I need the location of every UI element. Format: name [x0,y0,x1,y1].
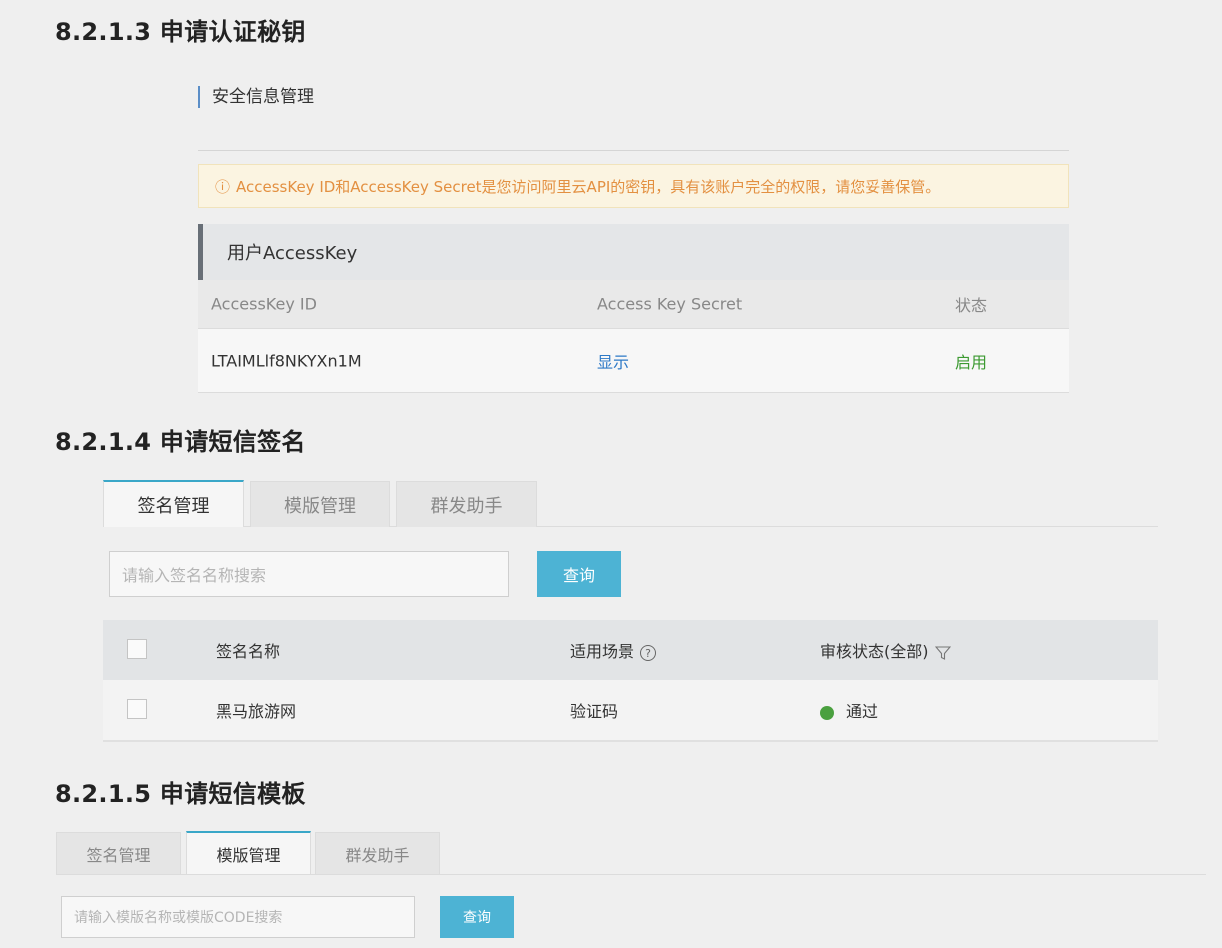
show-secret-link[interactable]: 显示 [597,349,629,373]
column-header-accesskey-id: AccessKey ID [211,294,317,314]
section-heading-8-2-1-3: 8.2.1.3 申请认证秘钥 [55,18,306,46]
signature-name: 黑马旅游网 [216,702,297,721]
template-search-input[interactable]: 请输入模版名称或模版CODE搜索 [61,896,415,938]
divider [198,150,1069,151]
section-heading-8-2-1-5: 8.2.1.5 申请短信模板 [55,780,306,808]
signature-scene: 验证码 [570,702,619,721]
scene-label: 适用场景 [570,642,635,661]
tab-template-management[interactable]: 模版管理 [186,831,311,874]
accesskey-table-header: AccessKey ID Access Key Secret 状态 [198,280,1069,329]
column-header-secret: Access Key Secret [597,294,743,314]
panel-title: 安全信息管理 [198,86,314,108]
help-icon[interactable]: ? [640,644,657,661]
tab-signature-management[interactable]: 签名管理 [103,480,244,527]
accesskey-warning: ⓘ AccessKey ID和AccessKey Secret是您访问阿里云AP… [198,164,1069,208]
signature-search-input[interactable]: 请输入签名名称搜索 [109,551,509,597]
column-header-review-status: 审核状态(全部) [820,638,951,662]
warning-icon: ⓘ [215,177,231,196]
column-header-status: 状态 [955,296,988,315]
table-row: 黑马旅游网 验证码 通过 [103,680,1158,742]
review-status: 通过 [820,698,878,722]
tab-bulk-assistant[interactable]: 群发助手 [315,832,440,874]
row-checkbox[interactable] [127,699,147,719]
filter-icon[interactable] [934,645,951,661]
select-all-checkbox[interactable] [127,639,147,659]
tab-signature-management[interactable]: 签名管理 [56,832,181,874]
query-button[interactable]: 查询 [440,896,514,938]
status-enabled: 启用 [955,352,988,372]
user-accesskey-header: 用户AccessKey [198,224,1069,280]
review-status-label: 审核状态(全部) [820,642,929,661]
query-button[interactable]: 查询 [537,551,621,597]
column-header-scene: 适用场景? [570,638,657,662]
accesskey-id-value: LTAIMLlf8NKYXn1M [211,351,362,370]
column-header-signature-name: 签名名称 [216,642,281,661]
table-row: LTAIMLlf8NKYXn1M 显示 启用 [198,329,1069,393]
tab-template-management[interactable]: 模版管理 [250,481,390,527]
tab-bulk-assistant[interactable]: 群发助手 [396,481,537,527]
signature-table-header: 签名名称 适用场景? 审核状态(全部) [103,620,1158,680]
status-dot-icon [820,705,834,720]
section-heading-8-2-1-4: 8.2.1.4 申请短信签名 [55,428,306,456]
review-status-text: 通过 [846,702,879,721]
tabs-baseline [56,874,1206,875]
warning-text: AccessKey ID和AccessKey Secret是您访问阿里云API的… [236,177,941,196]
